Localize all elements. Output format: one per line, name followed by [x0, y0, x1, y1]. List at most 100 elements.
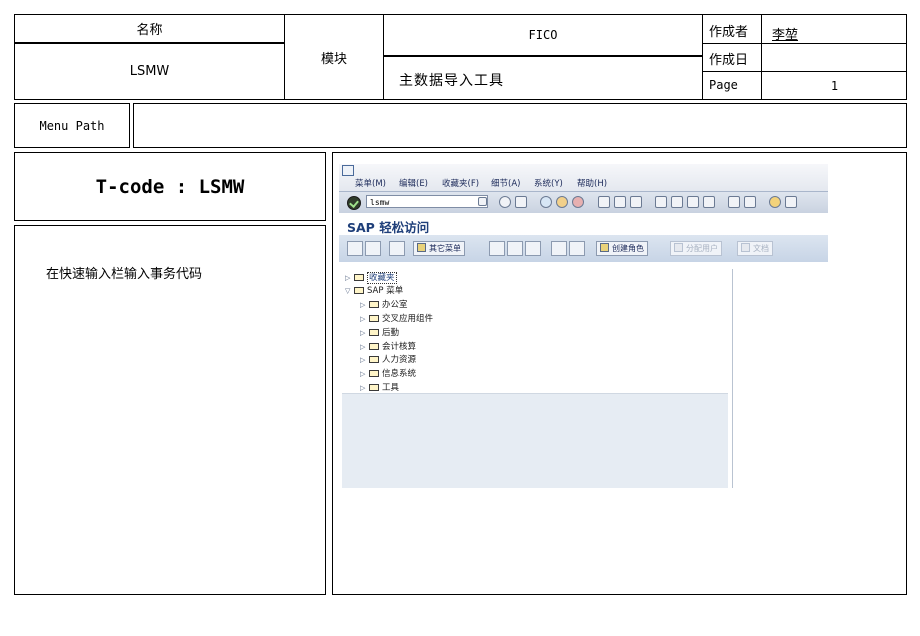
page-label: Page [709, 78, 738, 92]
tree-node-human-resources[interactable]: ▷ 人力资源 [360, 353, 416, 365]
tree-node-cross-application[interactable]: ▷ 交叉应用组件 [360, 312, 433, 324]
sap-menu-icon[interactable] [365, 241, 381, 256]
user-menu-icon[interactable] [347, 241, 363, 256]
tree-node-sap-menu[interactable]: ▽ SAP 菜单 [345, 284, 403, 296]
sap-title-bar: SAP 轻松访问 [339, 213, 828, 235]
command-history-icon[interactable] [478, 197, 487, 206]
folder-icon [369, 343, 379, 350]
back-nav-icon[interactable] [540, 196, 552, 208]
expand-icon[interactable]: ▷ [360, 301, 369, 309]
tcode: T-code : LSMW [95, 175, 245, 198]
name-value: LSMW [129, 64, 170, 79]
folder-icon [369, 329, 379, 336]
documentation-label: 文档 [753, 244, 769, 253]
other-menu-button[interactable]: 其它菜单 [413, 241, 465, 256]
expand-icon[interactable]: ▷ [360, 343, 369, 351]
help-icon[interactable] [769, 196, 781, 208]
favorites-add-icon[interactable] [389, 241, 405, 256]
create-role-button[interactable]: 创建角色 [596, 241, 648, 256]
other-menu-icon [417, 243, 426, 252]
menu-item-favorites[interactable]: 收藏夹(F) [442, 177, 479, 189]
new-session-icon[interactable] [728, 196, 740, 208]
sap-menu-bar: 菜单(M) 编辑(E) 收藏夹(F) 细节(A) 系统(Y) 帮助(H) [339, 164, 828, 191]
date-value [772, 50, 902, 68]
sap-application-toolbar: 其它菜单 创建角色 分配用户 文档 [339, 235, 828, 262]
tree-node-tools[interactable]: ▷ 工具 [360, 381, 399, 393]
documentation-button[interactable]: 文档 [737, 241, 773, 256]
sap-command-bar: lsmw [339, 191, 828, 214]
menu-item-help[interactable]: 帮助(H) [577, 177, 607, 189]
tree-node-label: 会计核算 [382, 342, 417, 352]
documentation-icon [741, 243, 750, 252]
folder-icon [369, 315, 379, 322]
tree-node-label: 工具 [382, 383, 400, 393]
menu-path-label: Menu Path [39, 118, 105, 133]
print-icon[interactable] [598, 196, 610, 208]
expand-icon[interactable]: ▷ [360, 356, 369, 364]
tree-node-favorites[interactable]: ▷ 收藏夹 [345, 271, 397, 284]
add-file-icon[interactable] [507, 241, 523, 256]
expand-icon[interactable]: ▷ [360, 315, 369, 323]
tree-node-label: 办公室 [382, 300, 408, 310]
find-next-icon[interactable] [630, 196, 642, 208]
move-up-icon[interactable] [569, 241, 585, 256]
tree-node-logistics[interactable]: ▷ 后勤 [360, 326, 399, 338]
expand-icon[interactable]: ▷ [360, 384, 369, 392]
last-page-icon[interactable] [703, 196, 715, 208]
menu-item-edit[interactable]: 编辑(E) [399, 177, 428, 189]
header-divider [702, 43, 907, 44]
tree-node-accounting[interactable]: ▷ 会计核算 [360, 340, 416, 352]
folder-icon [354, 274, 364, 281]
command-field[interactable]: lsmw [366, 195, 488, 208]
author-label: 作成者 [709, 25, 749, 40]
folder-icon [369, 301, 379, 308]
assign-users-button[interactable]: 分配用户 [670, 241, 722, 256]
exit-icon[interactable] [342, 165, 354, 176]
previous-page-icon[interactable] [671, 196, 683, 208]
first-page-icon[interactable] [655, 196, 667, 208]
back-icon[interactable] [499, 196, 511, 208]
tree-node-label: 人力资源 [382, 355, 417, 365]
sap-window: 菜单(M) 编辑(E) 收藏夹(F) 细节(A) 系统(Y) 帮助(H) lsm… [339, 164, 828, 488]
tree-node-label: 信息系统 [382, 369, 417, 379]
expand-icon[interactable]: ▷ [345, 274, 354, 282]
other-menu-label: 其它菜单 [429, 244, 461, 253]
add-transaction-icon[interactable] [489, 241, 505, 256]
layout-menu-icon[interactable] [785, 196, 797, 208]
enter-check-icon[interactable] [347, 196, 361, 210]
tree-node-information-systems[interactable]: ▷ 信息系统 [360, 367, 416, 379]
exit-nav-icon[interactable] [556, 196, 568, 208]
find-icon[interactable] [614, 196, 626, 208]
folder-icon [369, 370, 379, 377]
move-down-icon[interactable] [551, 241, 567, 256]
date-label: 作成日 [709, 53, 749, 68]
header-divider [383, 55, 703, 57]
shortcut-icon[interactable] [744, 196, 756, 208]
author-value: 李堃 [772, 28, 799, 43]
folder-icon [369, 384, 379, 391]
tree-node-label: SAP 菜单 [367, 286, 404, 296]
subtitle: 主数据导入工具 [399, 73, 504, 89]
expand-icon[interactable]: ▷ [360, 329, 369, 337]
menu-path-value [133, 103, 907, 148]
assign-users-icon [674, 243, 683, 252]
folder-icon [369, 356, 379, 363]
page-value: 1 [830, 78, 839, 93]
tree-node-office[interactable]: ▷ 办公室 [360, 298, 408, 310]
create-role-icon [600, 243, 609, 252]
expand-icon[interactable]: ▷ [360, 370, 369, 378]
save-icon[interactable] [515, 196, 527, 208]
screen-title: SAP 轻松访问 [347, 220, 430, 235]
folder-open-icon [354, 287, 364, 294]
edit-pencil-icon[interactable] [525, 241, 541, 256]
menu-item-system[interactable]: 系统(Y) [534, 177, 563, 189]
tree-node-label: 交叉应用组件 [382, 314, 434, 324]
menu-item-menu[interactable]: 菜单(M) [355, 177, 386, 189]
tree-node-label: 收藏夹 [367, 272, 397, 284]
cancel-icon[interactable] [572, 196, 584, 208]
instruction-text: 在快速输入栏输入事务代码 [46, 267, 203, 282]
menu-item-extras[interactable]: 细节(A) [491, 177, 520, 189]
name-label: 名称 [136, 23, 163, 38]
collapse-icon[interactable]: ▽ [345, 287, 354, 295]
next-page-icon[interactable] [687, 196, 699, 208]
